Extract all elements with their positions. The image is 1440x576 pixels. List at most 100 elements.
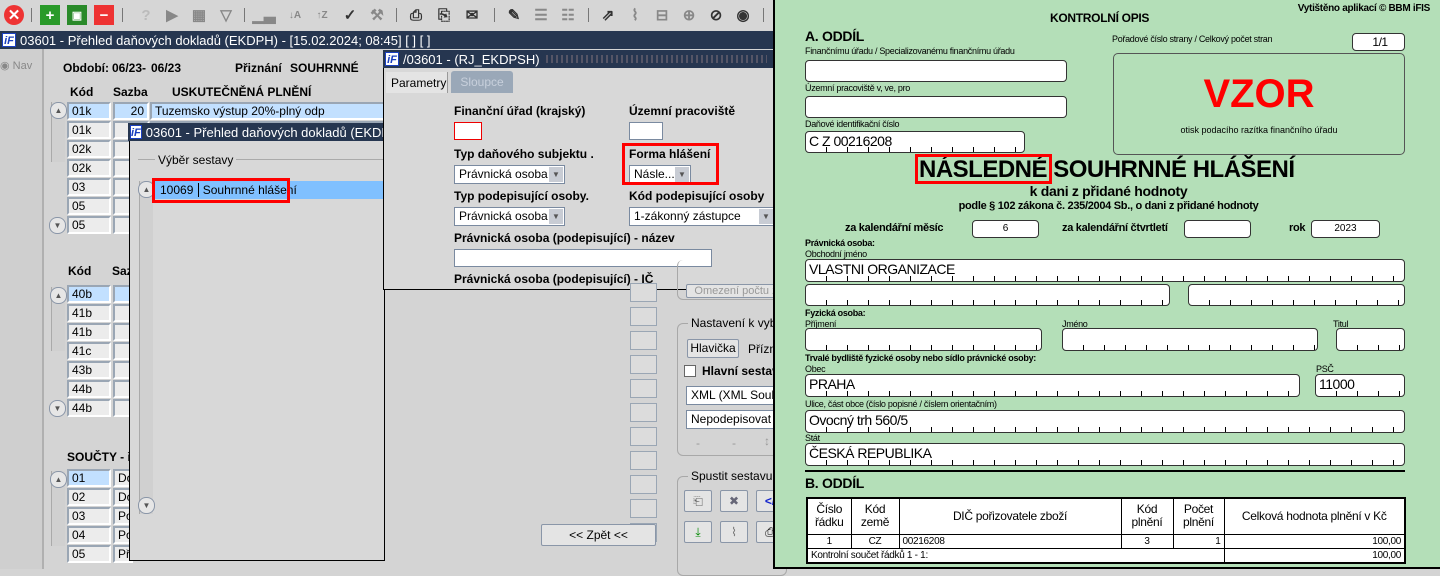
totals-row-code[interactable]: 01 <box>67 469 111 487</box>
eye-icon[interactable]: ◉ <box>733 5 753 25</box>
legal-person-label: Právnická osoba: <box>805 238 875 248</box>
back-button[interactable]: << Zpět << <box>541 524 656 546</box>
column-checkbox[interactable] <box>630 331 657 350</box>
table-row-code[interactable]: 44b <box>67 380 111 398</box>
close-icon[interactable]: ✕ <box>4 5 24 25</box>
table-row-code[interactable]: 41b <box>67 304 111 322</box>
quarter-label: za kalendářní čtvrtletí <box>1062 222 1168 234</box>
save-icon[interactable]: ▣ <box>67 5 87 25</box>
fin-office-label: Finančnímu úřadu / Specializovanému fina… <box>805 46 1015 56</box>
column-checkbox[interactable] <box>630 403 657 422</box>
period-to[interactable]: 06/23 <box>151 61 181 75</box>
th-row-number: Číslo řádku <box>806 497 852 535</box>
table-row-code[interactable]: 05 <box>67 197 111 215</box>
signer-type-select[interactable]: Právnická osoba ▼ <box>454 207 565 226</box>
signer-code-select[interactable]: 1-zákonný zástupce ▼ <box>629 207 775 226</box>
check-icon[interactable]: ✓ <box>340 5 360 25</box>
mail-icon[interactable]: ✉ <box>462 5 482 25</box>
totals-row-code[interactable]: 04 <box>67 526 111 544</box>
report-list-scrollbar[interactable]: ▲ ▼ <box>138 181 155 514</box>
split-icon[interactable]: ⊟ <box>652 5 672 25</box>
table-row-code[interactable]: 41c <box>67 342 111 360</box>
edit-icon[interactable]: ✎ <box>504 5 524 25</box>
sort-desc-icon[interactable]: ↑Z <box>312 5 332 25</box>
table-row-code[interactable]: 43b <box>67 361 111 379</box>
scroll-down-icon[interactable]: ▼ <box>138 497 155 514</box>
pdf-icon[interactable]: ⎗ <box>684 490 712 512</box>
totals-row-code[interactable]: 02 <box>67 488 111 506</box>
scroll-up-icon[interactable]: ▲ <box>50 102 67 119</box>
wrench-icon[interactable]: ⚒ <box>367 5 387 25</box>
checklist-icon[interactable]: ☷ <box>558 5 578 25</box>
table-row-code[interactable]: 40b <box>67 285 111 303</box>
column-checkbox[interactable] <box>630 307 657 326</box>
table-row-code[interactable]: 03 <box>67 178 111 196</box>
calendar-icon[interactable]: ▦ <box>189 5 209 25</box>
table-row-code[interactable]: 01k <box>67 121 111 139</box>
table-row-code[interactable]: 05 <box>67 216 111 234</box>
sort-asc-icon[interactable]: ↓A <box>285 5 305 25</box>
fin-office-label: Finanční úřad (krajský) <box>454 104 586 118</box>
tab-sloupce[interactable]: Sloupce <box>451 71 513 93</box>
column-checkbox[interactable] <box>630 499 657 518</box>
column-checkbox[interactable] <box>630 475 657 494</box>
list-icon[interactable]: ☰ <box>531 5 551 25</box>
print-icon[interactable]: ⎙ <box>406 5 426 25</box>
dialog-title: /03601 - (RJ_EKDPSH) <box>403 51 540 67</box>
tab-parametry[interactable]: Parametry <box>386 72 448 94</box>
chart-icon[interactable]: ▁▃ <box>252 5 275 25</box>
column-checkbox[interactable] <box>630 379 657 398</box>
table-scrollbar[interactable]: ▲ <box>50 471 67 546</box>
scroll-down-icon[interactable]: ▼ <box>49 217 66 234</box>
scroll-down-icon[interactable]: ▼ <box>49 400 66 417</box>
table-row-description[interactable]: Tuzemsko výstup 20%-plný odp <box>150 102 390 120</box>
table-row-code[interactable]: 02k <box>67 159 111 177</box>
table-row-code[interactable]: 02k <box>67 140 111 158</box>
table-row-rate[interactable]: 20 <box>113 102 149 120</box>
scroll-up-icon[interactable]: ▲ <box>50 471 67 488</box>
add-icon[interactable]: + <box>40 5 60 25</box>
attachment-icon[interactable]: ⌇ <box>625 5 645 25</box>
download-icon[interactable]: ⤓ <box>684 521 712 543</box>
compass-icon[interactable]: ⊘ <box>706 5 726 25</box>
column-checkbox[interactable] <box>630 451 657 470</box>
col-header-sazba: Sazba <box>113 85 148 99</box>
main-report-checkbox[interactable] <box>684 365 696 377</box>
fin-office-input[interactable] <box>454 122 482 140</box>
limit-button[interactable]: Omezení počtu z <box>686 284 786 298</box>
help-icon[interactable]: ? <box>136 5 156 25</box>
delete-icon[interactable]: − <box>94 5 114 25</box>
excel-icon[interactable]: ✖ <box>720 490 748 512</box>
stamp-text: VZOR <box>1203 72 1315 116</box>
table-row-code[interactable]: 01k <box>67 102 111 120</box>
resize-icon[interactable]: ↕ <box>764 434 770 448</box>
signer-code-value: 1-zákonný zástupce <box>634 209 741 223</box>
territorial-input[interactable] <box>629 122 663 140</box>
scroll-up-icon[interactable]: ▲ <box>50 287 67 304</box>
totals-row-code[interactable]: 03 <box>67 507 111 525</box>
column-checkbox[interactable] <box>630 355 657 374</box>
table-row-code[interactable]: 41b <box>67 323 111 341</box>
subject-type-select[interactable]: Právnická osoba ▼ <box>454 165 565 184</box>
globe-icon[interactable]: ⊕ <box>679 5 699 25</box>
table-row-code[interactable]: 44b <box>67 399 111 417</box>
nav-label: Nav <box>12 60 33 72</box>
external-link-icon[interactable]: ⇗ <box>598 5 618 25</box>
play-icon[interactable]: ▶ <box>162 5 182 25</box>
control-copy-form: KONTROLNÍ OPIS Vytištěno aplikací © BBM … <box>773 0 1440 569</box>
header-button[interactable]: Hlavička <box>687 339 739 358</box>
table-scrollbar[interactable]: ▲ <box>50 102 67 162</box>
drag-handle[interactable] <box>545 55 767 63</box>
column-checkbox[interactable] <box>630 283 657 302</box>
filter-icon[interactable]: ▽ <box>216 5 236 25</box>
stamp-caption: otisk podacího razítka finančního úřadu <box>1180 125 1338 135</box>
totals-row-code[interactable]: 05 <box>67 545 111 563</box>
column-checkbox[interactable] <box>630 427 657 446</box>
period-from[interactable]: 06/23 <box>112 61 142 75</box>
table-scrollbar[interactable]: ▲ <box>50 287 67 351</box>
print-preview-icon[interactable]: ⎘ <box>434 5 454 25</box>
attachment-icon[interactable]: ⌇ <box>720 521 748 543</box>
month-field: 6 <box>972 220 1039 238</box>
nav-radio[interactable]: ◉ Nav <box>0 59 32 72</box>
signer-name-input[interactable] <box>454 249 712 267</box>
